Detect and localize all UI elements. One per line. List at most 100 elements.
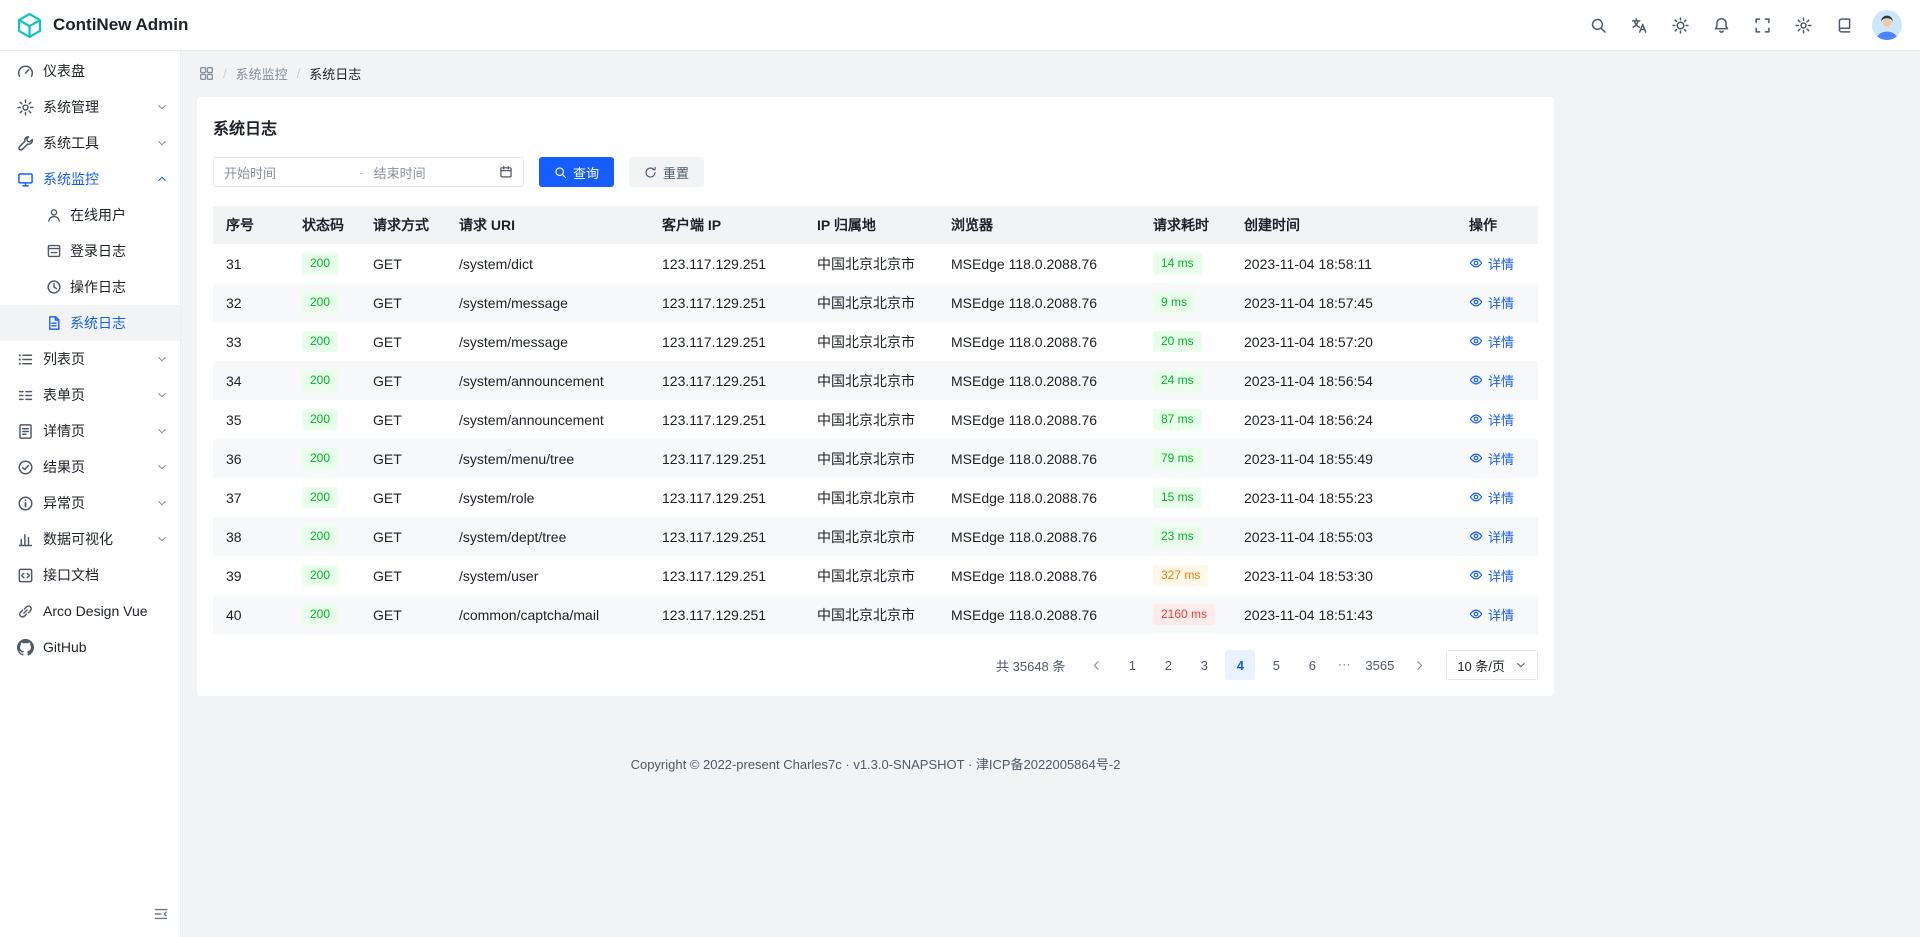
chevron-up-icon	[156, 173, 168, 185]
status-badge: 200	[302, 565, 338, 585]
pagination-page-4[interactable]: 4	[1225, 650, 1255, 680]
bell-icon[interactable]	[1705, 9, 1737, 41]
book-icon[interactable]	[1828, 9, 1860, 41]
breadcrumb-item-system-monitor[interactable]: 系统监控	[236, 64, 288, 83]
cell-elapsed: 2160 ms	[1140, 595, 1231, 634]
chevron-down-icon	[156, 497, 168, 509]
column-header-created-at: 创建时间	[1231, 206, 1456, 244]
sidebar-item-label: 数据可视化	[43, 529, 156, 549]
detail-link[interactable]: 详情	[1469, 605, 1514, 624]
user-avatar[interactable]	[1872, 10, 1902, 40]
eye-icon	[1469, 490, 1483, 504]
cell-elapsed: 87 ms	[1140, 400, 1231, 439]
status-badge: 200	[302, 604, 338, 624]
page-size-select[interactable]: 10 条/页	[1446, 650, 1538, 680]
table-row: 31200GET/system/dict123.117.129.251中国北京北…	[213, 244, 1538, 283]
elapsed-badge: 87 ms	[1153, 409, 1202, 429]
cell-uri: /common/captcha/mail	[446, 595, 649, 634]
cell-status: 200	[289, 556, 360, 595]
cell-method: GET	[360, 439, 446, 478]
sidebar-item-system-monitor[interactable]: 系统监控	[0, 161, 180, 197]
search-icon[interactable]	[1582, 9, 1614, 41]
pagination-page-6[interactable]: 6	[1297, 650, 1327, 680]
sidebar-item-github[interactable]: GitHub	[0, 629, 180, 665]
sidebar-menu: 仪表盘系统管理系统工具系统监控在线用户登录日志操作日志系统日志列表页表单页详情页…	[0, 51, 180, 665]
cell-elapsed: 327 ms	[1140, 556, 1231, 595]
detail-link[interactable]: 详情	[1469, 371, 1514, 390]
sidebar-item-data-visualization[interactable]: 数据可视化	[0, 521, 180, 557]
gear-icon[interactable]	[1787, 9, 1819, 41]
search-button[interactable]: 查询	[539, 157, 614, 187]
sidebar-item-system-management[interactable]: 系统管理	[0, 89, 180, 125]
cell-created-at: 2023-11-04 18:56:54	[1231, 361, 1456, 400]
pagination-page-3565[interactable]: 3565	[1361, 650, 1398, 680]
sidebar-item-api-doc[interactable]: 接口文档	[0, 557, 180, 593]
sidebar-collapse-button[interactable]	[148, 901, 174, 927]
detail-link[interactable]: 详情	[1469, 488, 1514, 507]
cell-browser: MSEdge 118.0.2088.76	[938, 283, 1140, 322]
app-logo[interactable]: ContiNew Admin	[0, 12, 200, 39]
eye-icon	[1469, 451, 1483, 465]
pagination-page-5[interactable]: 5	[1261, 650, 1291, 680]
detail-link[interactable]: 详情	[1469, 527, 1514, 546]
cell-uri: /system/menu/tree	[446, 439, 649, 478]
cell-browser: MSEdge 118.0.2088.76	[938, 595, 1140, 634]
logo-icon	[16, 12, 43, 39]
monitor-icon	[17, 171, 34, 188]
sidebar-item-login-log[interactable]: 登录日志	[0, 233, 180, 269]
cell-no: 34	[213, 361, 289, 400]
sidebar-item-exception-page[interactable]: 异常页	[0, 485, 180, 521]
table-row: 34200GET/system/announcement123.117.129.…	[213, 361, 1538, 400]
eye-icon	[1469, 568, 1483, 582]
cell-browser: MSEdge 118.0.2088.76	[938, 517, 1140, 556]
detail-link[interactable]: 详情	[1469, 293, 1514, 312]
sidebar-item-system-log[interactable]: 系统日志	[0, 305, 180, 341]
sidebar-item-detail-page[interactable]: 详情页	[0, 413, 180, 449]
pagination-next-button[interactable]	[1404, 650, 1434, 680]
cell-client-ip: 123.117.129.251	[649, 595, 804, 634]
detail-link[interactable]: 详情	[1469, 566, 1514, 585]
dashboard-icon	[17, 63, 34, 80]
eye-icon	[1469, 334, 1483, 348]
sidebar-item-form-page[interactable]: 表单页	[0, 377, 180, 413]
detail-link[interactable]: 详情	[1469, 449, 1514, 468]
apps-icon[interactable]	[199, 66, 214, 81]
chevron-down-icon	[156, 101, 168, 113]
sidebar-item-operation-log[interactable]: 操作日志	[0, 269, 180, 305]
pagination-page-3[interactable]: 3	[1189, 650, 1219, 680]
cell-method: GET	[360, 283, 446, 322]
cell-ip-region: 中国北京北京市	[804, 244, 938, 283]
sun-icon[interactable]	[1664, 9, 1696, 41]
detail-link[interactable]: 详情	[1469, 332, 1514, 351]
detail-link[interactable]: 详情	[1469, 410, 1514, 429]
cell-actions: 详情	[1456, 361, 1538, 400]
translate-icon[interactable]	[1623, 9, 1655, 41]
date-range-picker[interactable]: 开始时间 - 结束时间	[213, 157, 524, 187]
pagination-page-1[interactable]: 1	[1117, 650, 1147, 680]
cell-method: GET	[360, 556, 446, 595]
table-row: 32200GET/system/message123.117.129.251中国…	[213, 283, 1538, 322]
footer: Copyright © 2022-present Charles7c · v1.…	[197, 754, 1554, 773]
cell-status: 200	[289, 361, 360, 400]
sidebar-item-system-tools[interactable]: 系统工具	[0, 125, 180, 161]
sidebar-item-list-page[interactable]: 列表页	[0, 341, 180, 377]
detail-link[interactable]: 详情	[1469, 254, 1514, 273]
sidebar-item-dashboard[interactable]: 仪表盘	[0, 53, 180, 89]
cell-created-at: 2023-11-04 18:57:45	[1231, 283, 1456, 322]
reset-button[interactable]: 重置	[629, 157, 704, 187]
fullscreen-icon[interactable]	[1746, 9, 1778, 41]
detail-link-label: 详情	[1488, 449, 1514, 468]
cell-ip-region: 中国北京北京市	[804, 595, 938, 634]
sidebar-item-online-user[interactable]: 在线用户	[0, 197, 180, 233]
pagination-page-2[interactable]: 2	[1153, 650, 1183, 680]
pagination-ellipsis: ⋯	[1333, 657, 1355, 673]
cell-uri: /system/message	[446, 283, 649, 322]
elapsed-badge: 23 ms	[1153, 526, 1202, 546]
api-doc-icon	[17, 567, 34, 584]
sidebar-item-arco-design-vue[interactable]: Arco Design Vue	[0, 593, 180, 629]
sidebar-item-result-page[interactable]: 结果页	[0, 449, 180, 485]
pagination-prev-button[interactable]	[1081, 650, 1111, 680]
cell-status: 200	[289, 322, 360, 361]
eye-icon	[1469, 529, 1483, 543]
status-badge: 200	[302, 370, 338, 390]
